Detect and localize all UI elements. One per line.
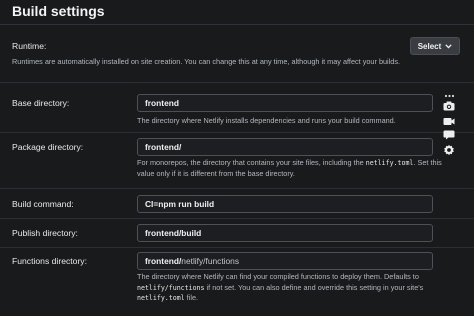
base-directory-input[interactable]: frontend — [137, 94, 433, 112]
help-code: netlify/functions — [137, 283, 205, 292]
build-command-label: Build command: — [12, 199, 74, 209]
functions-directory-help: The directory where Netlify can find you… — [137, 272, 447, 304]
help-text: For monorepos, the directory that contai… — [137, 158, 364, 167]
package-directory-help: For monorepos, the directory that contai… — [137, 158, 447, 179]
chevron-down-icon — [445, 42, 452, 51]
section-divider — [0, 218, 474, 219]
section-divider — [0, 82, 474, 83]
runtime-help: Runtimes are automatically installed on … — [12, 57, 401, 66]
section-divider — [0, 247, 474, 248]
section-divider — [0, 132, 474, 133]
base-directory-help: The directory where Netlify installs dep… — [137, 116, 396, 125]
video-camera-icon[interactable] — [443, 115, 455, 127]
help-code: netlify.toml — [365, 159, 414, 167]
functions-directory-suffix: netlify/functions — [181, 256, 240, 266]
publish-directory-input[interactable]: frontend/build — [137, 224, 433, 242]
select-button-label: Select — [417, 41, 442, 51]
build-command-input[interactable]: CI=npm run build — [137, 195, 433, 213]
package-directory-input[interactable]: frontend/ — [137, 138, 433, 156]
functions-directory-prefix: frontend/ — [145, 256, 182, 266]
help-text: file. — [186, 293, 199, 302]
runtime-label: Runtime: — [12, 41, 47, 51]
camera-icon[interactable] — [443, 100, 455, 112]
chat-icon[interactable] — [443, 129, 455, 141]
functions-directory-label: Functions directory: — [12, 256, 87, 266]
base-directory-label: Base directory: — [12, 98, 70, 108]
runtime-select-button[interactable]: Select — [410, 37, 460, 55]
section-divider — [0, 188, 474, 189]
help-text: The directory where Netlify can find you… — [137, 272, 419, 281]
help-code: netlify.toml — [137, 294, 185, 302]
header-divider — [0, 24, 474, 25]
page-title: Build settings — [12, 3, 105, 19]
functions-directory-input[interactable]: frontend/netlify/functions — [137, 252, 433, 270]
gear-icon[interactable] — [443, 144, 455, 156]
publish-directory-label: Publish directory: — [12, 228, 78, 238]
help-text: if not set. You can also define and over… — [206, 282, 424, 292]
package-directory-label: Package directory: — [12, 142, 84, 152]
